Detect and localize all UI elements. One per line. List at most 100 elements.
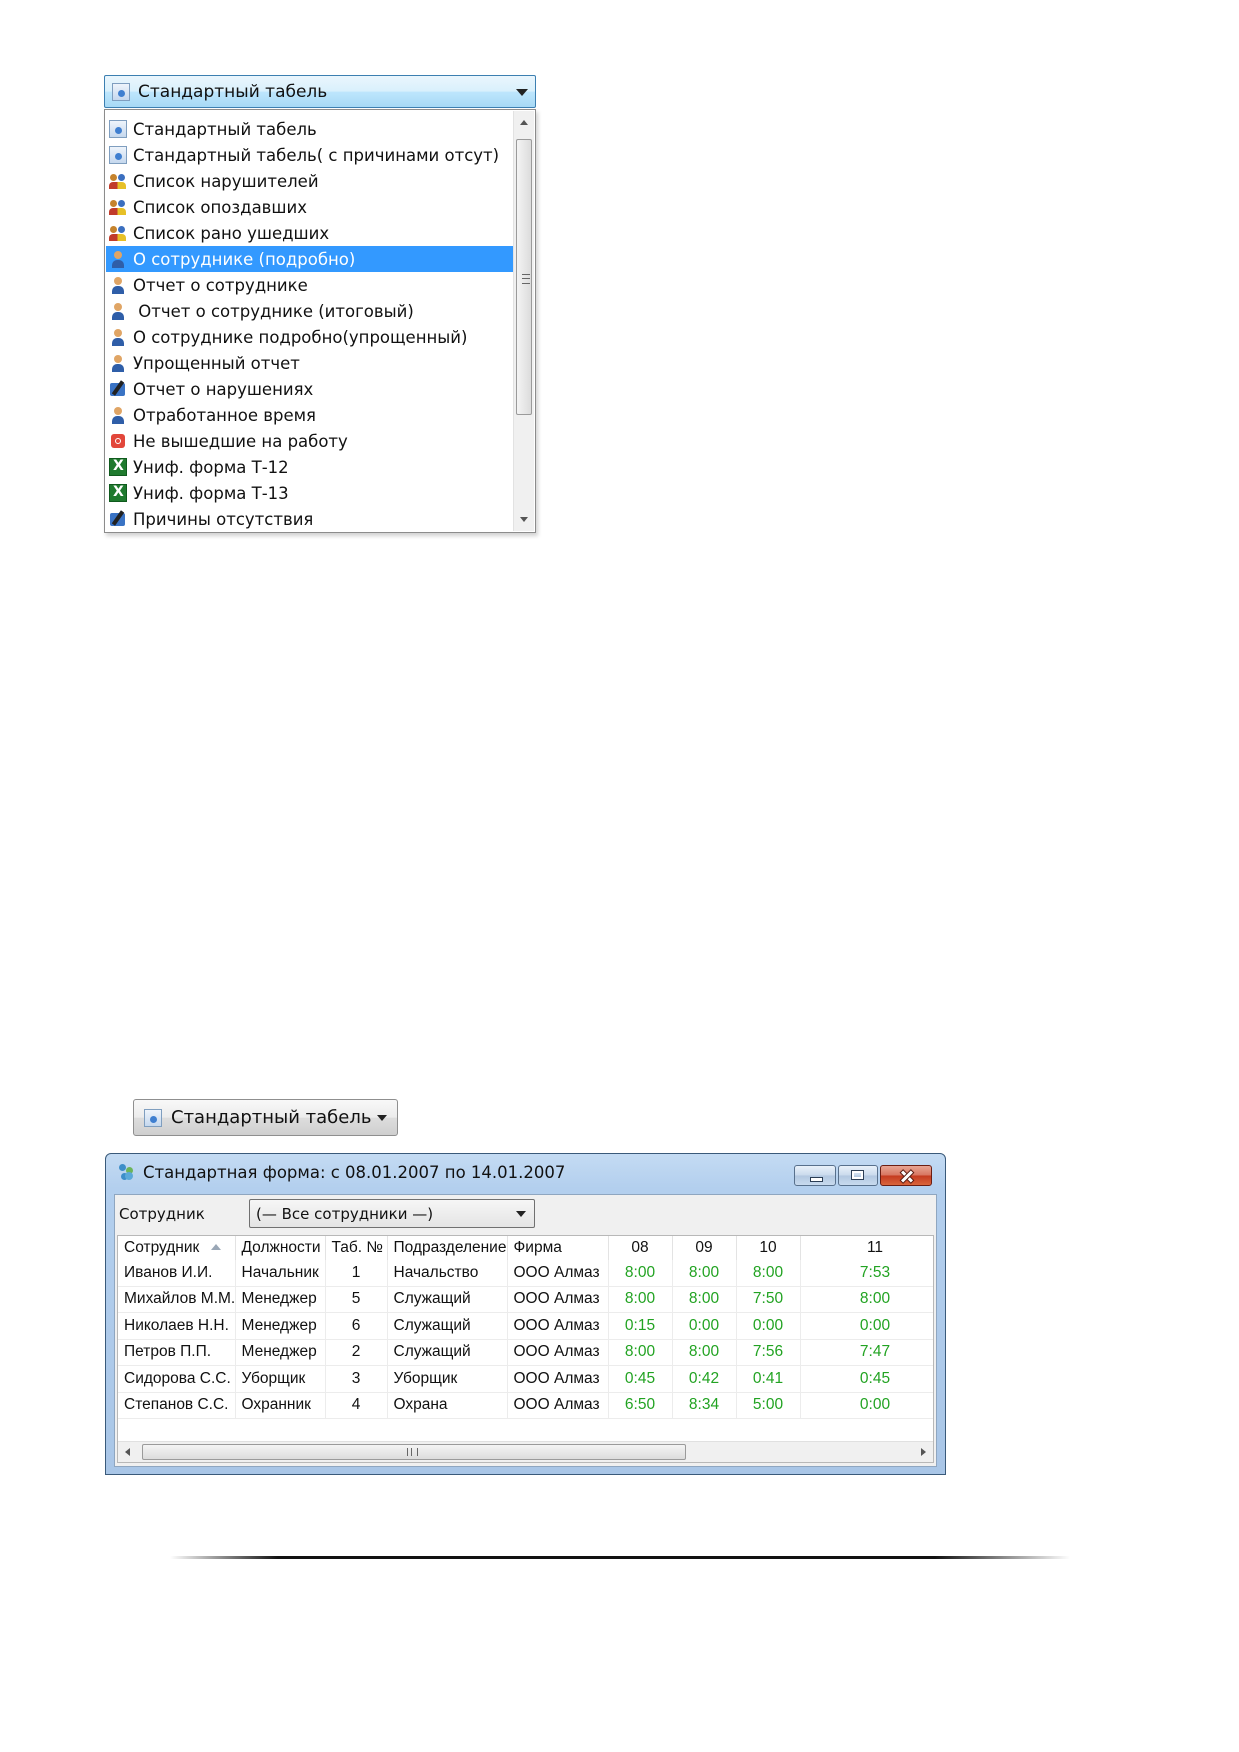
table-cell: Михайлов М.М.: [118, 1286, 236, 1313]
table-cell: Менеджер: [235, 1286, 326, 1313]
horizontal-divider: [170, 1556, 1070, 1559]
column-header[interactable]: Фирма: [507, 1236, 609, 1260]
chevron-down-icon[interactable]: [516, 89, 528, 96]
table-cell: ООО Алмаз: [507, 1365, 609, 1393]
column-header-label: Подразделение: [393, 1239, 507, 1256]
table-cell: Петров П.П.: [118, 1339, 236, 1366]
dropdown-option[interactable]: Отработанное время: [106, 402, 513, 428]
report-type-combobox[interactable]: Стандартный табель: [104, 75, 536, 108]
report-type-selected-label: Стандартный табель: [138, 81, 328, 102]
maximize-button[interactable]: [838, 1165, 878, 1186]
table-cell: 7:47: [800, 1339, 933, 1366]
dropdown-option-label: О сотруднике (подробно): [133, 249, 356, 269]
dropdown-option[interactable]: Список рано ушедших: [106, 220, 513, 246]
table-cell: 8:00: [736, 1260, 801, 1287]
chevron-down-icon[interactable]: [377, 1115, 387, 1121]
scrollbar-thumb[interactable]: [516, 139, 532, 415]
dropdown-option-label: Униф. форма Т-12: [133, 457, 289, 477]
table-row[interactable]: Иванов И.И. Начальник 1 Начальство ООО Алмаз…: [118, 1260, 933, 1287]
table-cell: 3: [325, 1365, 388, 1393]
table-row[interactable]: Степанов С.С. Охранник 4 Охрана ООО Алмаз 6:5…: [118, 1392, 933, 1419]
dropdown-option[interactable]: Отчет о сотруднике: [106, 272, 513, 298]
dropdown-option[interactable]: Не вышедшие на работу: [106, 428, 513, 454]
dropdown-option[interactable]: Униф. форма Т-12: [106, 454, 513, 480]
person-icon: [109, 276, 127, 294]
dropdown-option[interactable]: Стандартный табель: [106, 116, 513, 142]
table-cell: 8:00: [672, 1339, 737, 1366]
window-client-area: Сотрудник (— Все сотрудники —) Сотрудник…: [114, 1194, 937, 1467]
dropdown-option[interactable]: О сотруднике (подробно): [106, 246, 513, 272]
table-cell: 4: [325, 1392, 388, 1419]
grip-icon: [522, 274, 530, 284]
column-header[interactable]: 11: [800, 1236, 933, 1260]
table-cell: Менеджер: [235, 1339, 326, 1366]
table-cell: 8:00: [800, 1286, 933, 1313]
table-cell: 5: [325, 1286, 388, 1313]
grid-horizontal-scrollbar[interactable]: [118, 1441, 933, 1462]
chevron-down-icon[interactable]: [516, 1211, 526, 1217]
table-row[interactable]: Михайлов М.М. Менеджер 5 Служащий ООО Алмаз 8…: [118, 1286, 933, 1313]
table-cell: Начальство: [387, 1260, 508, 1287]
dropdown-option-label: О сотруднике подробно(упрощенный): [133, 327, 468, 347]
dropdown-option[interactable]: Список нарушителей: [106, 168, 513, 194]
table-row[interactable]: Николаев Н.Н. Менеджер 6 Служащий ООО Алмаз 0…: [118, 1312, 933, 1340]
table-row[interactable]: Сидорова С.С. Уборщик 3 Уборщик ООО Алмаз 0:4…: [118, 1365, 933, 1393]
person-icon: [109, 250, 127, 268]
table-cell: Охранник: [235, 1392, 326, 1419]
minimize-button[interactable]: [794, 1165, 836, 1186]
column-header-label: Сотрудник: [124, 1239, 200, 1256]
report-doc-icon: [144, 1108, 162, 1127]
dropdown-option[interactable]: О сотруднике подробно(упрощенный): [106, 324, 513, 350]
report-doc-icon: [109, 120, 127, 138]
edit-report-icon: [109, 380, 127, 398]
scroll-down-arrow-icon[interactable]: [520, 517, 528, 522]
column-header-label: 09: [695, 1239, 713, 1256]
table-cell: 2: [325, 1339, 388, 1366]
column-header[interactable]: 10: [736, 1236, 801, 1260]
table-cell: ООО Алмаз: [507, 1392, 609, 1419]
dropdown-option[interactable]: Причины отсутствия: [106, 506, 513, 532]
employee-filter-label: Сотрудник: [119, 1205, 205, 1223]
table-cell: ООО Алмаз: [507, 1339, 609, 1366]
table-body: Иванов И.И. Начальник 1 Начальство ООО Алмаз…: [118, 1260, 933, 1419]
column-header[interactable]: Сотрудник: [118, 1236, 236, 1260]
close-button[interactable]: [880, 1165, 932, 1186]
table-cell: 0:15: [608, 1312, 673, 1340]
table-cell: 0:45: [608, 1365, 673, 1393]
standard-form-window: Стандартная форма: с 08.01.2007 по 14.01…: [105, 1153, 946, 1475]
report-doc-icon: [109, 146, 127, 164]
dropdown-option-label: Отчет о нарушениях: [133, 379, 314, 399]
dropdown-option[interactable]: Отчет о нарушениях: [106, 376, 513, 402]
dropdown-option-label: Список рано ушедших: [133, 223, 330, 243]
scroll-up-arrow-icon[interactable]: [520, 120, 528, 125]
dropdown-option-label: Не вышедшие на работу: [133, 431, 348, 451]
column-header[interactable]: Должности: [235, 1236, 326, 1260]
scroll-left-arrow-icon[interactable]: [125, 1448, 130, 1456]
table-header-row: Сотрудник Должности Таб. № Подразделение Фир…: [118, 1236, 933, 1260]
column-header[interactable]: Подразделение: [387, 1236, 508, 1260]
employee-filter-combobox[interactable]: (— Все сотрудники —): [249, 1199, 535, 1228]
dropdown-option[interactable]: Униф. форма Т-13: [106, 480, 513, 506]
column-header[interactable]: Таб. №: [325, 1236, 388, 1260]
column-header[interactable]: 08: [608, 1236, 673, 1260]
timesheet-grid: Сотрудник Должности Таб. № Подразделение Фир…: [117, 1235, 934, 1463]
dropdown-option[interactable]: Стандартный табель( с причинами отсут): [106, 142, 513, 168]
table-row[interactable]: Петров П.П. Менеджер 2 Служащий ООО Алмаз 8:0…: [118, 1339, 933, 1366]
dropdown-option[interactable]: Список опоздавших: [106, 194, 513, 220]
report-type-button[interactable]: Стандартный табель: [133, 1099, 398, 1136]
column-header-label: Фирма: [513, 1239, 562, 1256]
table-cell: Начальник: [235, 1260, 326, 1287]
dropdown-option[interactable]: Отчет о сотруднике (итоговый): [106, 298, 513, 324]
column-header-label: 11: [866, 1239, 884, 1256]
report-type-dropdown-list: Стандартный табель Стандартный табель( с …: [104, 109, 536, 533]
dropdown-vertical-scrollbar[interactable]: [513, 111, 534, 531]
report-doc-icon: [112, 82, 130, 101]
dropdown-option-label: Униф. форма Т-13: [133, 483, 289, 503]
table-cell: Сидорова С.С.: [118, 1365, 236, 1393]
person-icon: [109, 406, 127, 424]
table-cell: ООО Алмаз: [507, 1312, 609, 1340]
dropdown-option[interactable]: Упрощенный отчет: [106, 350, 513, 376]
column-header[interactable]: 09: [672, 1236, 737, 1260]
scrollbar-thumb[interactable]: [142, 1444, 686, 1460]
scroll-right-arrow-icon[interactable]: [921, 1448, 926, 1456]
